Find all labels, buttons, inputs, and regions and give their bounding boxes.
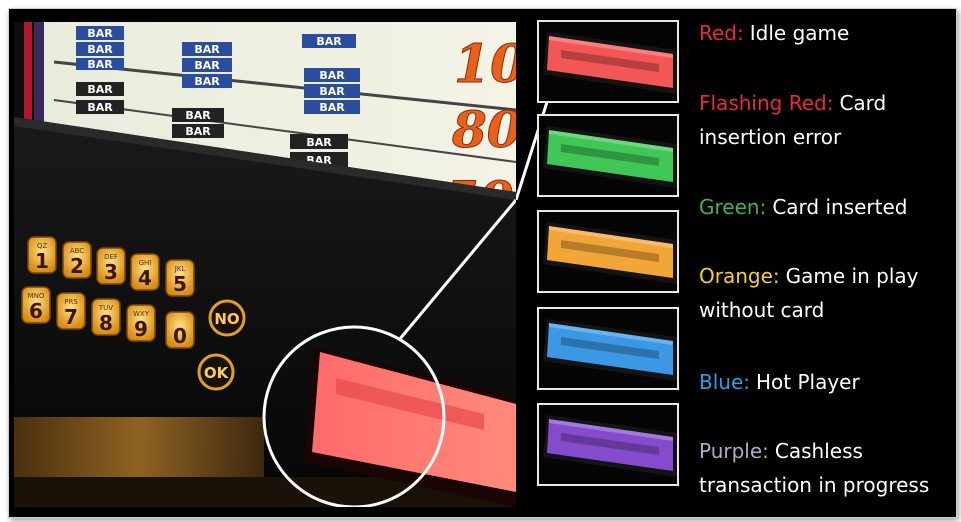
svg-text:BAR: BAR (194, 59, 220, 72)
keypad-key-1[interactable]: QZ1 (27, 236, 57, 274)
svg-text:BAR: BAR (87, 43, 113, 56)
keypad-key-digit: 8 (99, 311, 113, 335)
svg-text:BAR: BAR (185, 125, 211, 138)
slot-color-thumbnail (537, 307, 679, 390)
legend-description: Game in play (785, 264, 919, 288)
keypad-key-digit: 7 (64, 305, 78, 329)
svg-text:BAR: BAR (185, 109, 211, 122)
legend-color-name: Red: (699, 21, 744, 45)
paytable-value: 10 (454, 34, 516, 95)
legend-description: Card (839, 91, 887, 115)
slot-color-thumbnail (537, 114, 679, 197)
legend-item: Red: Idle game (699, 16, 849, 50)
legend-description: Card inserted (772, 195, 908, 219)
keypad-key-3[interactable]: DEF3 (96, 247, 126, 285)
svg-text:NO: NO (214, 310, 239, 328)
keypad-key-9[interactable]: WXY9 (126, 304, 156, 342)
svg-text:BAR: BAR (194, 75, 220, 88)
legend-description-cont: insertion error (699, 125, 842, 149)
keypad-key-8[interactable]: TUV8 (91, 298, 121, 336)
svg-text:BAR: BAR (87, 27, 113, 40)
svg-text:BAR: BAR (87, 58, 113, 71)
legend-color-name: Flashing Red: (699, 91, 834, 115)
legend-description-cont: transaction in progress (699, 473, 930, 497)
keypad-key-digit: 5 (173, 272, 187, 296)
legend-color-name: Blue: (699, 370, 750, 394)
svg-text:BAR: BAR (316, 35, 342, 48)
keypad-key-digit: 3 (104, 260, 118, 284)
keypad-key-5[interactable]: JKL5 (165, 259, 195, 297)
keypad-key-digit: 9 (134, 317, 148, 341)
keypad-key-0[interactable]: 0 (165, 311, 195, 349)
keypad-key-4[interactable]: GHI4 (130, 253, 160, 291)
slot-color-thumbnail (537, 210, 679, 293)
legend-description-cont: without card (699, 298, 825, 322)
slot-color-thumbnail (537, 403, 679, 486)
keypad-key-6[interactable]: MNO6 (21, 286, 51, 324)
keypad-key-digit: 0 (173, 324, 187, 348)
legend-description: Cashless (774, 439, 863, 463)
bar-symbol: BAR BAR BAR (182, 42, 232, 88)
svg-text:BAR: BAR (319, 69, 345, 82)
ok-button[interactable]: OK (197, 353, 235, 391)
keypad-key-digit: 6 (29, 299, 43, 323)
no-button[interactable]: NO (208, 299, 246, 337)
keypad-key-digit: 1 (35, 249, 49, 273)
legend-item: Flashing Red: Card insertion error (699, 86, 886, 154)
svg-text:BAR: BAR (306, 136, 332, 149)
legend-description: Idle game (749, 21, 850, 45)
keypad-key-7[interactable]: PRS7 (56, 292, 86, 330)
bar-symbol: BAR BAR BAR BAR (302, 34, 360, 114)
legend-description: Hot Player (756, 370, 860, 394)
bar-symbol: BAR BAR BAR (76, 26, 124, 71)
svg-text:BAR: BAR (319, 101, 345, 114)
svg-text:OK: OK (204, 364, 230, 382)
legend-color-name: Orange: (699, 264, 780, 288)
svg-text:BAR: BAR (194, 43, 220, 56)
legend-color-name: Purple: (699, 439, 769, 463)
keypad-key-digit: 2 (70, 254, 84, 278)
legend-color-name: Green: (699, 195, 767, 219)
svg-text:BAR: BAR (319, 85, 345, 98)
legend-item: Purple: Cashless transaction in progress (699, 434, 929, 502)
legend-item: Orange: Game in play without card (699, 259, 918, 327)
svg-text:BAR: BAR (87, 101, 113, 114)
keypad-key-2[interactable]: ABC2 (62, 241, 92, 279)
legend-item: Blue: Hot Player (699, 365, 860, 399)
slot-machine-photo: BAR BAR BAR BAR BAR BAR BAR BAR BAR BAR … (14, 22, 516, 507)
keypad-key-digit: 4 (138, 266, 152, 290)
paytable-value: 80 (451, 100, 516, 159)
svg-text:BAR: BAR (87, 83, 113, 96)
legend-item: Green: Card inserted (699, 190, 907, 224)
slot-color-thumbnail (537, 20, 679, 103)
